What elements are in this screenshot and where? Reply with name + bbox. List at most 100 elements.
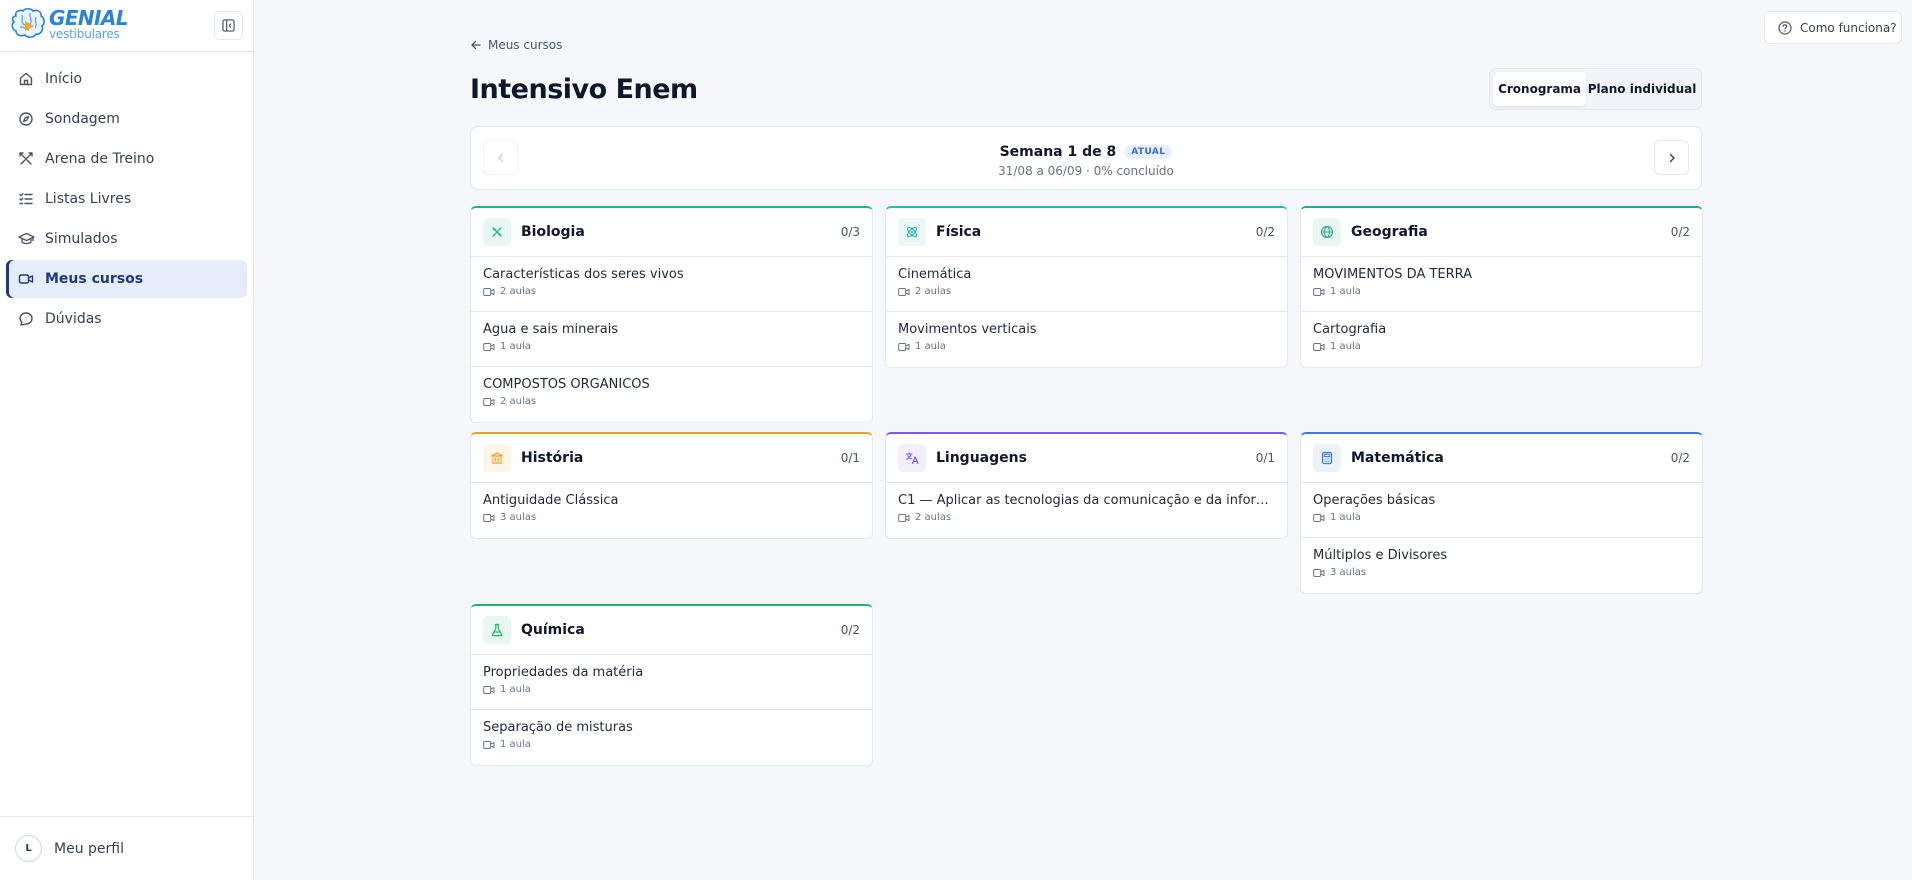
sidebar-item-label: Simulados xyxy=(45,231,118,247)
tab-plano-individual[interactable]: Plano individual xyxy=(1586,72,1698,106)
view-toggle: Cronograma Plano individual xyxy=(1489,68,1702,110)
lesson-item[interactable]: Separação de misturas 1 aula xyxy=(471,710,872,765)
week-subtitle: 31/08 a 06/09 · 0% concluído xyxy=(998,164,1174,178)
video-icon xyxy=(483,287,495,297)
lesson-item[interactable]: COMPOSTOS ORGÂNICOS 2 aulas xyxy=(471,367,872,422)
subject-name: Química xyxy=(521,622,585,638)
subject-card-header[interactable]: Matemática 0/2 xyxy=(1301,434,1702,483)
video-icon xyxy=(1313,513,1325,523)
sidebar-item-sondagem[interactable]: Sondagem xyxy=(6,100,247,138)
lesson-item[interactable]: C1 — Aplicar as tecnologias da comunicaç… xyxy=(886,483,1287,538)
sidebar: GENIAL vestibulares Início Sondagem Aren… xyxy=(0,0,254,880)
help-label: Como funciona? xyxy=(1800,20,1897,35)
compass-icon xyxy=(17,110,35,128)
lesson-item[interactable]: Movimentos verticais 1 aula xyxy=(886,312,1287,367)
subject-card-header[interactable]: Química 0/2 xyxy=(471,606,872,655)
subject-card-header[interactable]: Biologia 0/3 xyxy=(471,208,872,257)
subject-progress-count: 0/3 xyxy=(840,225,860,239)
languages-icon xyxy=(898,444,926,472)
lesson-title: C1 — Aplicar as tecnologias da comunicaç… xyxy=(898,493,1275,508)
video-icon xyxy=(1313,287,1325,297)
lesson-title: Movimentos verticais xyxy=(898,322,1037,337)
subject-name: Matemática xyxy=(1351,450,1444,466)
lesson-item[interactable]: Cartografia 1 aula xyxy=(1301,312,1702,367)
lesson-item[interactable]: Cinemática 2 aulas xyxy=(886,257,1287,312)
lesson-title: Cinemática xyxy=(898,267,972,282)
subject-name: Biologia xyxy=(521,224,585,240)
lesson-meta: 1 aula xyxy=(483,341,860,352)
lesson-title: Separação de misturas xyxy=(483,720,633,735)
lesson-count: 1 aula xyxy=(1330,512,1361,523)
chevron-right-icon xyxy=(1669,153,1675,162)
swords-icon xyxy=(17,150,35,168)
lesson-item[interactable]: Antiguidade Clássica 3 aulas xyxy=(471,483,872,538)
subject-card-header[interactable]: Física 0/2 xyxy=(886,208,1287,257)
sidebar-item-inicio[interactable]: Início xyxy=(6,60,247,98)
lesson-title: Antiguidade Clássica xyxy=(483,493,619,508)
subject-card-header[interactable]: História 0/1 xyxy=(471,434,872,483)
globe-icon xyxy=(1313,218,1341,246)
lesson-title: Cartografia xyxy=(1313,322,1387,337)
lesson-item[interactable]: MOVIMENTOS DA TERRA 1 aula xyxy=(1301,257,1702,312)
video-icon xyxy=(1313,342,1325,352)
lesson-meta: 1 aula xyxy=(1313,341,1690,352)
tab-cronograma[interactable]: Cronograma xyxy=(1493,72,1587,106)
sidebar-item-meus-cursos[interactable]: Meus cursos xyxy=(6,260,247,298)
brand-name: GENIAL xyxy=(49,6,128,30)
lesson-item[interactable]: Propriedades da matéria 1 aula xyxy=(471,655,872,710)
sidebar-item-label: Início xyxy=(45,71,83,87)
lesson-item[interactable]: Múltiplos e Divisores 3 aulas xyxy=(1301,538,1702,593)
lesson-title: Operações básicas xyxy=(1313,493,1436,508)
message-question-icon xyxy=(17,310,35,328)
brand-sub: vestibulares xyxy=(49,27,120,41)
lesson-count: 2 aulas xyxy=(500,286,537,297)
home-icon xyxy=(17,70,35,88)
video-icon xyxy=(483,342,495,352)
sidebar-item-arena[interactable]: Arena de Treino xyxy=(6,140,247,178)
sidebar-header: GENIAL vestibulares xyxy=(0,0,253,52)
sidebar-item-label: Sondagem xyxy=(45,111,120,127)
lesson-count: 1 aula xyxy=(500,684,531,695)
landmark-icon xyxy=(483,444,511,472)
subject-name: Física xyxy=(936,224,982,240)
video-icon xyxy=(483,740,495,750)
lesson-item[interactable]: Operações básicas 1 aula xyxy=(1301,483,1702,538)
sidebar-item-duvidas[interactable]: Dúvidas xyxy=(6,300,247,338)
current-week-badge: ATUAL xyxy=(1124,145,1173,159)
dna-icon xyxy=(483,218,511,246)
lesson-meta: 2 aulas xyxy=(483,286,860,297)
subject-progress-count: 0/2 xyxy=(1255,225,1275,239)
week-navigator: Semana 1 de 8 ATUAL 31/08 a 06/09 · 0% c… xyxy=(470,126,1702,190)
sidebar-item-listas[interactable]: Listas Livres xyxy=(6,180,247,218)
how-it-works-button[interactable]: Como funciona? xyxy=(1764,11,1902,44)
lesson-title: Características dos seres vivos xyxy=(483,267,684,282)
subject-card-header[interactable]: Geografia 0/2 xyxy=(1301,208,1702,257)
subject-name: Geografia xyxy=(1351,224,1428,240)
lesson-count: 1 aula xyxy=(500,739,531,750)
lesson-meta: 2 aulas xyxy=(898,286,1275,297)
sidebar-collapse-button[interactable] xyxy=(214,11,243,40)
subject-card-matematica: Matemática 0/2 Operações básicas 1 aula Múlt… xyxy=(1300,432,1703,594)
lesson-item[interactable]: Características dos seres vivos 2 aulas xyxy=(471,257,872,312)
avatar: L xyxy=(15,835,42,862)
lesson-count: 2 aulas xyxy=(500,396,537,407)
subject-card-header[interactable]: Linguagens 0/1 xyxy=(886,434,1287,483)
lesson-count: 3 aulas xyxy=(1330,567,1367,578)
lesson-item[interactable]: Água e sais minerais 1 aula xyxy=(471,312,872,367)
lesson-count: 1 aula xyxy=(1330,286,1361,297)
sidebar-nav: Início Sondagem Arena de Treino Listas L… xyxy=(0,52,253,348)
profile-link[interactable]: L Meu perfil xyxy=(0,816,253,880)
genial-logo[interactable]: GENIAL vestibulares xyxy=(8,6,128,42)
back-link[interactable]: Meus cursos xyxy=(470,38,562,52)
lesson-meta: 1 aula xyxy=(483,684,860,695)
subject-name: Linguagens xyxy=(936,450,1027,466)
subject-progress-count: 0/2 xyxy=(840,623,860,637)
lesson-meta: 1 aula xyxy=(1313,512,1690,523)
lesson-title: Água e sais minerais xyxy=(483,322,619,337)
brain-logo-icon xyxy=(11,7,45,38)
next-week-button[interactable] xyxy=(1654,140,1689,175)
video-icon xyxy=(1313,568,1325,578)
lesson-count: 1 aula xyxy=(500,341,531,352)
sidebar-item-simulados[interactable]: Simulados xyxy=(6,220,247,258)
subject-card-quimica: Química 0/2 Propriedades da matéria 1 aula S… xyxy=(470,604,873,766)
